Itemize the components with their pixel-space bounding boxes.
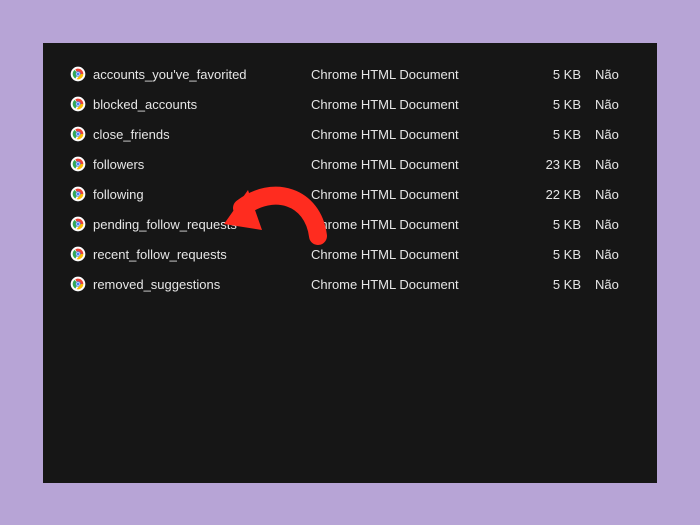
- file-type: Chrome HTML Document: [311, 97, 531, 112]
- file-extra: Não: [595, 277, 655, 292]
- file-explorer-panel: accounts_you've_favorited Chrome HTML Do…: [43, 43, 657, 483]
- file-size: 5 KB: [531, 277, 595, 292]
- file-name: close_friends: [89, 127, 311, 142]
- file-size: 5 KB: [531, 247, 595, 262]
- file-extra: Não: [595, 127, 655, 142]
- file-type: Chrome HTML Document: [311, 157, 531, 172]
- file-extra: Não: [595, 247, 655, 262]
- file-size: 22 KB: [531, 187, 595, 202]
- file-row[interactable]: close_friends Chrome HTML Document 5 KB …: [43, 119, 657, 149]
- file-type: Chrome HTML Document: [311, 217, 531, 232]
- file-name: recent_follow_requests: [89, 247, 311, 262]
- file-name: blocked_accounts: [89, 97, 311, 112]
- file-size: 5 KB: [531, 217, 595, 232]
- file-name: removed_suggestions: [89, 277, 311, 292]
- file-name: following: [89, 187, 311, 202]
- file-row[interactable]: followers Chrome HTML Document 23 KB Não: [43, 149, 657, 179]
- file-list: accounts_you've_favorited Chrome HTML Do…: [43, 59, 657, 299]
- chrome-icon: [67, 216, 89, 232]
- file-row[interactable]: following Chrome HTML Document 22 KB Não: [43, 179, 657, 209]
- chrome-icon: [67, 276, 89, 292]
- chrome-icon: [67, 186, 89, 202]
- file-row[interactable]: pending_follow_requests Chrome HTML Docu…: [43, 209, 657, 239]
- file-type: Chrome HTML Document: [311, 187, 531, 202]
- file-name: pending_follow_requests: [89, 217, 311, 232]
- file-row[interactable]: blocked_accounts Chrome HTML Document 5 …: [43, 89, 657, 119]
- file-size: 5 KB: [531, 97, 595, 112]
- file-name: followers: [89, 157, 311, 172]
- chrome-icon: [67, 246, 89, 262]
- file-size: 23 KB: [531, 157, 595, 172]
- file-type: Chrome HTML Document: [311, 67, 531, 82]
- chrome-icon: [67, 96, 89, 112]
- file-extra: Não: [595, 97, 655, 112]
- file-name: accounts_you've_favorited: [89, 67, 311, 82]
- file-extra: Não: [595, 187, 655, 202]
- file-extra: Não: [595, 157, 655, 172]
- file-type: Chrome HTML Document: [311, 277, 531, 292]
- chrome-icon: [67, 66, 89, 82]
- file-size: 5 KB: [531, 127, 595, 142]
- file-type: Chrome HTML Document: [311, 247, 531, 262]
- file-type: Chrome HTML Document: [311, 127, 531, 142]
- file-size: 5 KB: [531, 67, 595, 82]
- file-row[interactable]: accounts_you've_favorited Chrome HTML Do…: [43, 59, 657, 89]
- file-row[interactable]: removed_suggestions Chrome HTML Document…: [43, 269, 657, 299]
- file-extra: Não: [595, 217, 655, 232]
- chrome-icon: [67, 126, 89, 142]
- chrome-icon: [67, 156, 89, 172]
- file-row[interactable]: recent_follow_requests Chrome HTML Docum…: [43, 239, 657, 269]
- file-extra: Não: [595, 67, 655, 82]
